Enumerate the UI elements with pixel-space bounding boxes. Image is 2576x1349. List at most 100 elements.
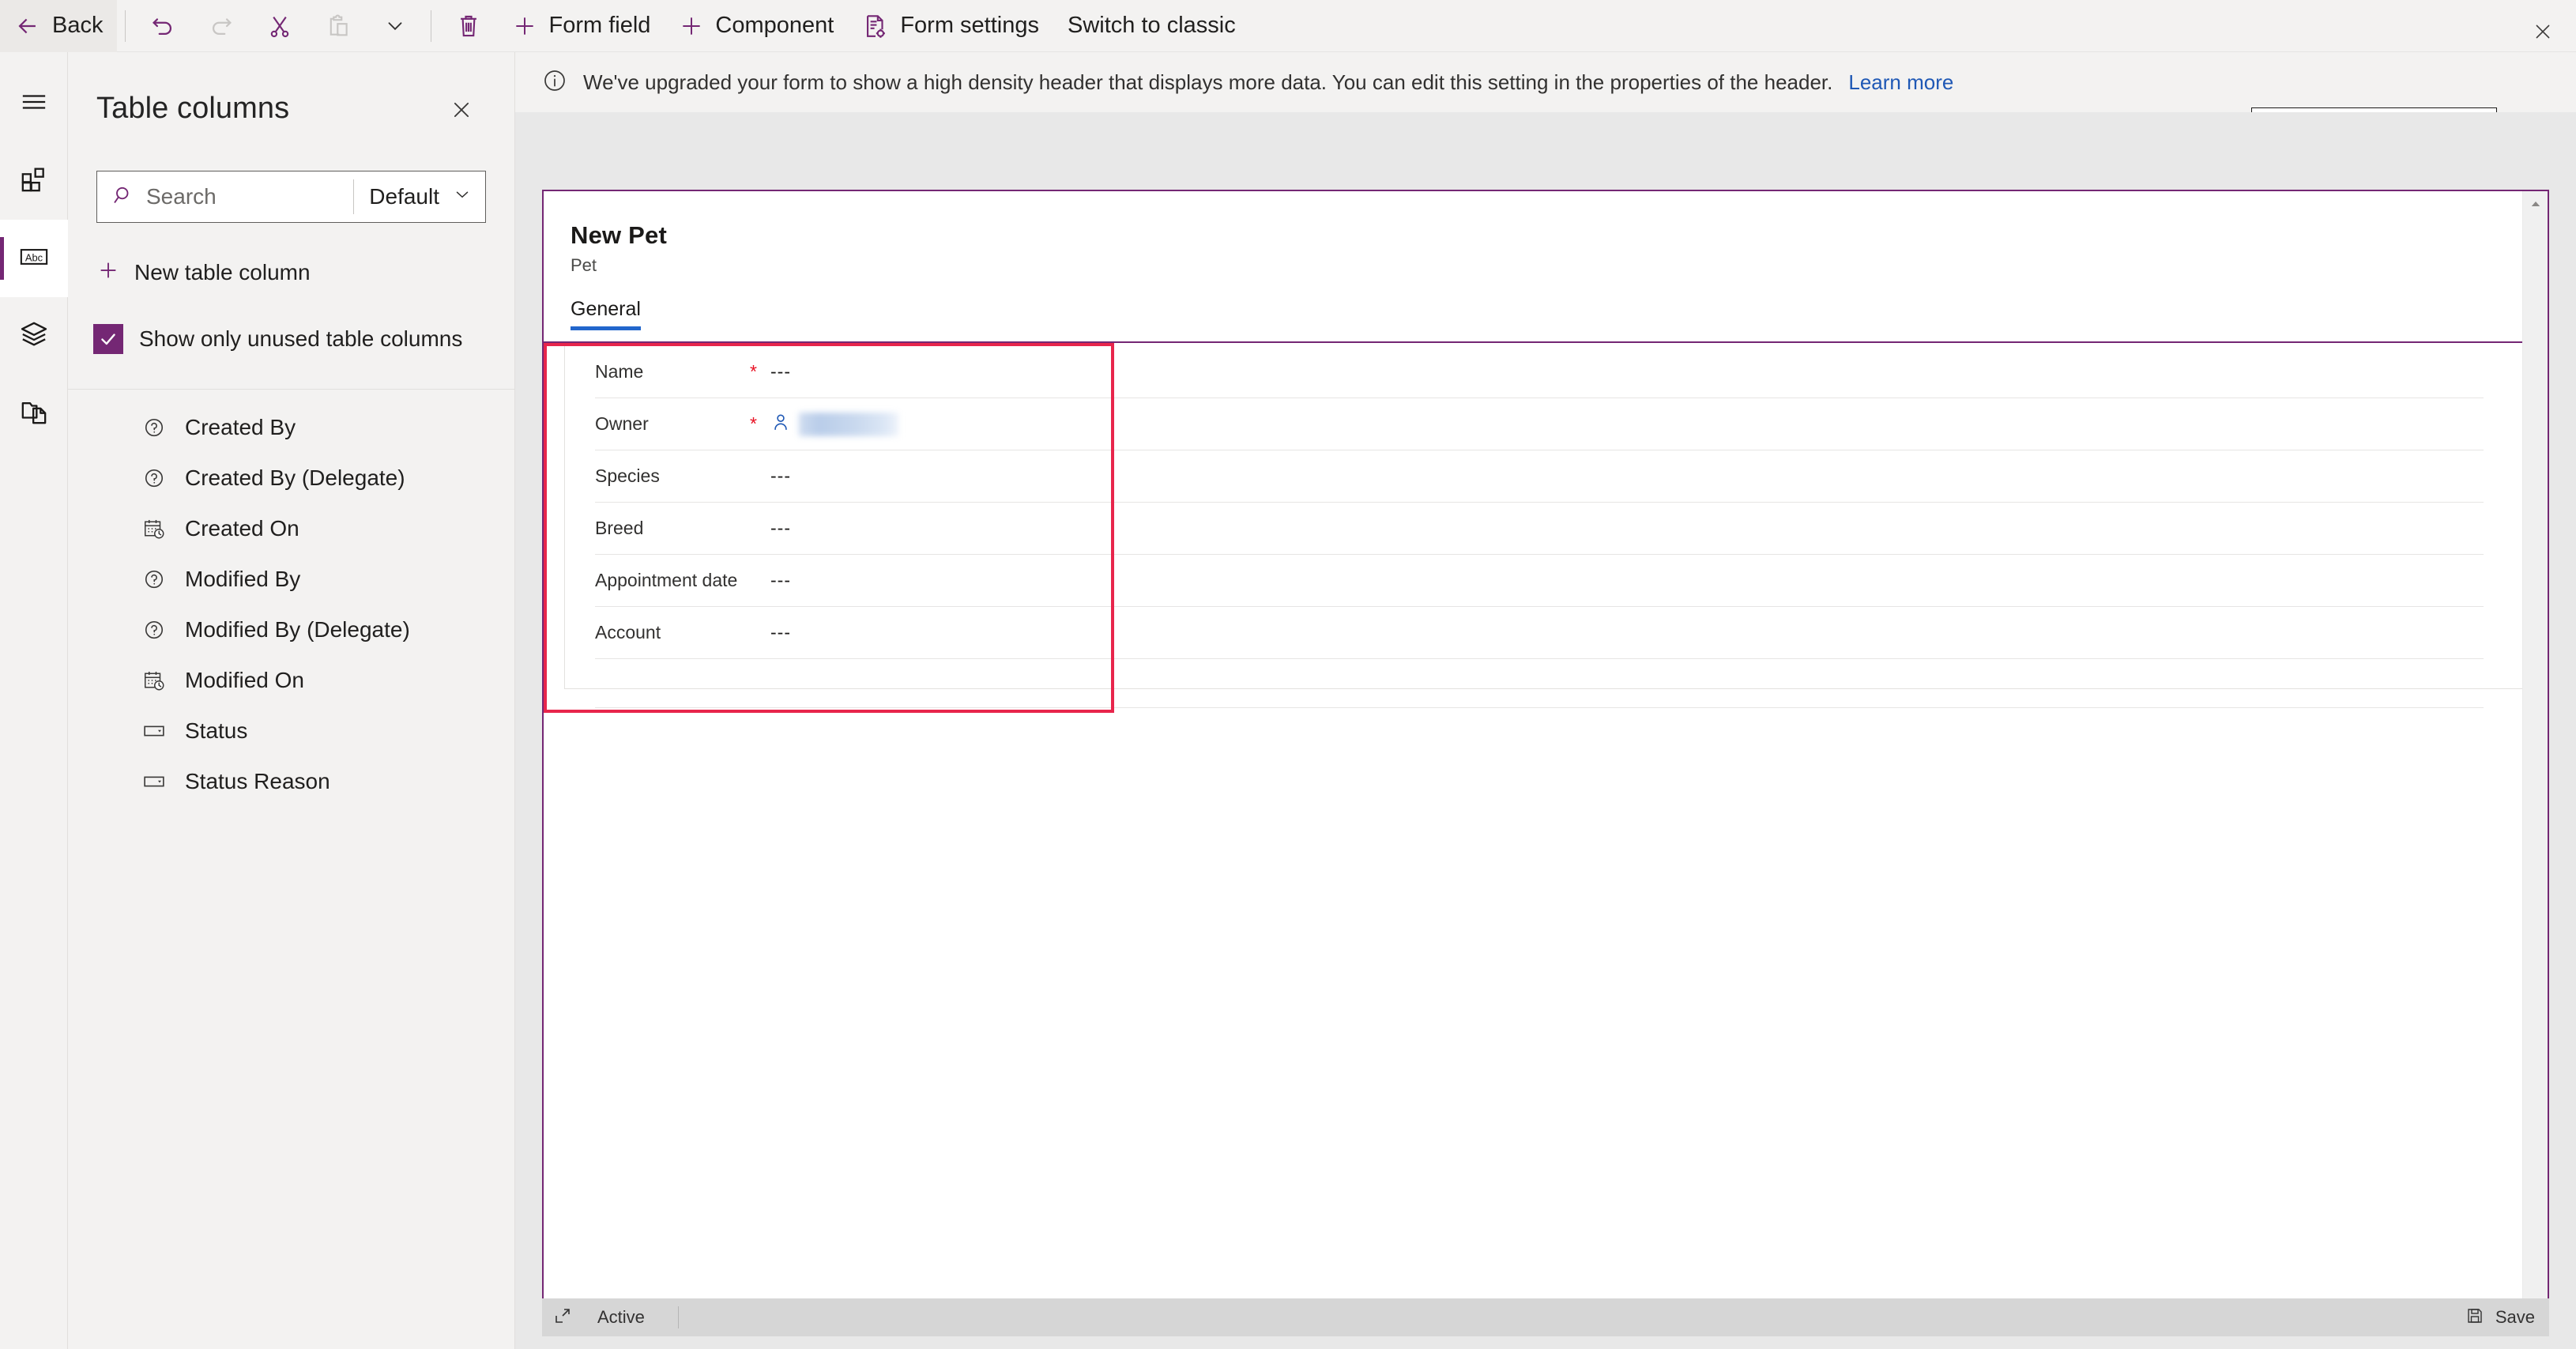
field-label: Breed [595, 518, 644, 538]
list-item-label: Status Reason [185, 769, 330, 793]
delete-button[interactable] [439, 0, 498, 52]
rail-item-templates[interactable] [0, 375, 68, 452]
list-item[interactable]: Status Reason [68, 756, 514, 807]
list-item[interactable]: Modified By (Delegate) [68, 605, 514, 655]
new-table-column-button[interactable]: New table column [92, 250, 486, 296]
form-field-row[interactable]: Name * --- [595, 346, 2484, 398]
plus-icon [679, 13, 704, 39]
column-filter-dropdown[interactable]: Default [353, 171, 485, 222]
cut-button[interactable] [250, 0, 309, 52]
undo-icon [149, 13, 176, 40]
form-field-dropzone[interactable] [595, 659, 2484, 708]
switch-to-classic-label: Switch to classic [1068, 13, 1236, 38]
form-field-row[interactable]: Species --- [595, 450, 2484, 503]
search-input[interactable] [146, 171, 353, 222]
list-item-label: Modified By [185, 567, 301, 591]
plus-icon [512, 13, 537, 39]
form-tabs: General [571, 298, 2548, 330]
panel-header: Table columns [68, 52, 514, 136]
component-button[interactable]: Component [665, 0, 848, 52]
rail-item-components[interactable] [0, 142, 68, 220]
form-field-button[interactable]: Form field [498, 0, 665, 52]
search-left [97, 171, 353, 222]
column-filter-value: Default [369, 184, 439, 209]
list-item-label: Created On [185, 516, 299, 541]
field-value: --- [770, 465, 791, 486]
form-field-row[interactable]: Owner * [595, 398, 2484, 450]
new-table-column-label: New table column [134, 260, 311, 284]
command-bar: Back Form field Component Form settings … [0, 0, 2576, 52]
lookup-icon [141, 414, 168, 441]
notification-close-button[interactable] [2522, 13, 2563, 54]
lookup-icon [141, 465, 168, 492]
plus-icon [96, 258, 120, 288]
form-field-row[interactable]: Account --- [595, 607, 2484, 659]
components-grid-icon [18, 164, 50, 199]
tab-general[interactable]: General [571, 298, 641, 330]
more-commands-button[interactable] [367, 0, 423, 52]
field-label: Appointment date [595, 570, 738, 590]
rail-spacer [0, 52, 67, 65]
list-item[interactable]: Modified On [68, 655, 514, 706]
switch-to-classic-button[interactable]: Switch to classic [1053, 0, 1250, 52]
show-unused-checkbox-row[interactable]: Show only unused table columns [93, 316, 486, 362]
form-settings-button[interactable]: Form settings [848, 0, 1053, 52]
list-item[interactable]: Modified By [68, 554, 514, 605]
form-field-row[interactable]: Breed --- [595, 503, 2484, 555]
save-button[interactable]: Save [2465, 1306, 2535, 1329]
redo-icon [208, 13, 235, 40]
component-label: Component [715, 13, 834, 38]
choice-icon [141, 768, 168, 795]
form-field-row[interactable]: Appointment date --- [595, 555, 2484, 607]
required-marker: * [750, 413, 757, 434]
table-columns-list: Created By Created By (Delegate) Created… [68, 389, 514, 807]
list-item[interactable]: Status [68, 706, 514, 756]
form-field-label: Form field [548, 13, 651, 38]
form-settings-icon [862, 13, 889, 40]
redo-button[interactable] [192, 0, 250, 52]
form-field-column: Name * --- Owner * Species --- Breed ---… [595, 346, 2484, 708]
form-subtitle: Pet [571, 255, 597, 275]
list-item[interactable]: Created By (Delegate) [68, 453, 514, 503]
left-rail: Abc [0, 52, 68, 1349]
field-label: Owner [595, 413, 649, 434]
choice-icon [141, 718, 168, 744]
field-value: --- [770, 622, 791, 642]
field-value: --- [770, 570, 791, 590]
paste-button[interactable] [309, 0, 367, 52]
back-button[interactable]: Back [0, 0, 118, 52]
list-item[interactable]: Created By [68, 402, 514, 453]
scroll-up-arrow-icon[interactable] [2523, 191, 2548, 217]
field-value: --- [770, 518, 791, 538]
trash-icon [455, 13, 482, 40]
panel-title: Table columns [96, 92, 290, 125]
form-status-bar: Active Save [542, 1298, 2549, 1336]
notification-bar: We've upgraded your form to show a high … [515, 52, 2576, 112]
close-icon [2532, 21, 2554, 47]
field-value-lookup [770, 412, 898, 437]
person-icon [770, 412, 791, 437]
app-root: Back Form field Component Form settings … [0, 0, 2576, 1349]
form-section[interactable]: Name * --- Owner * Species --- Breed ---… [544, 341, 2548, 713]
lookup-icon [141, 566, 168, 593]
learn-more-link[interactable]: Learn more [1848, 70, 1953, 95]
list-item-label: Status [185, 718, 248, 743]
layers-icon [18, 318, 50, 354]
folder-copy-icon [18, 396, 50, 431]
checkbox-checked-icon [93, 324, 123, 354]
panel-close-button[interactable] [437, 87, 486, 136]
save-floppy-icon [2465, 1306, 2484, 1329]
info-icon [542, 68, 567, 97]
canvas-vertical-scrollbar[interactable] [2522, 191, 2548, 1323]
svg-text:Abc: Abc [25, 251, 43, 263]
list-item-label: Created By [185, 415, 296, 439]
rail-item-layers[interactable] [0, 297, 68, 375]
datetime-icon [141, 515, 168, 542]
undo-button[interactable] [134, 0, 192, 52]
datetime-icon [141, 667, 168, 694]
rail-item-menu[interactable] [0, 65, 68, 142]
list-item[interactable]: Created On [68, 503, 514, 554]
expand-icon[interactable] [553, 1306, 572, 1329]
rail-item-table-columns[interactable]: Abc [0, 220, 68, 297]
status-divider [677, 1306, 679, 1328]
